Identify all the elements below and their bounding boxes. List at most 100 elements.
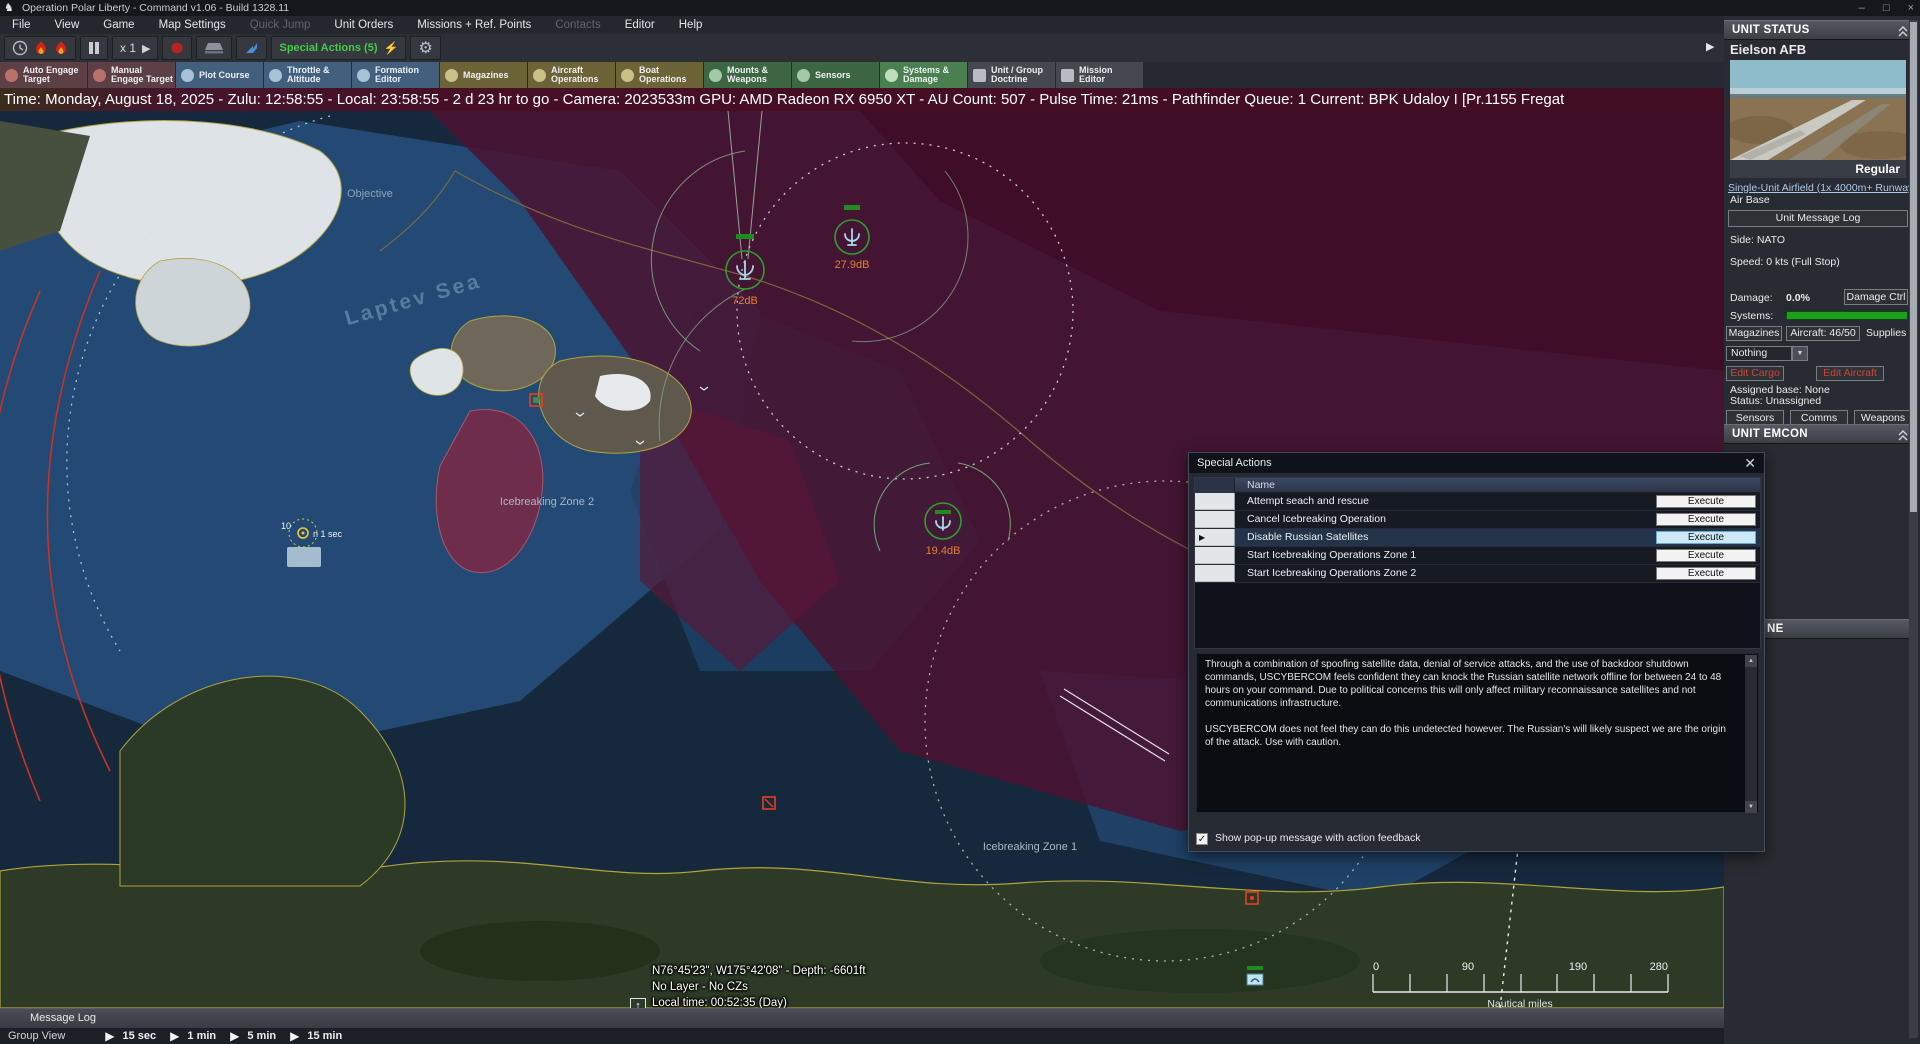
unit-group-doctrine-button[interactable]: Unit / GroupDoctrine bbox=[968, 62, 1055, 88]
row-selector-cell[interactable] bbox=[1195, 547, 1235, 564]
unit-status-header[interactable]: UNIT STATUS bbox=[1724, 20, 1916, 40]
table-row[interactable]: Cancel Icebreaking Operation Execute bbox=[1195, 511, 1760, 529]
manual-engage-target-button[interactable]: ManualEngage Target bbox=[88, 62, 175, 88]
menu-editor[interactable]: Editor bbox=[613, 19, 667, 31]
message-log-bar[interactable]: Message Log bbox=[0, 1008, 1724, 1028]
aircraft-icon bbox=[533, 69, 546, 82]
contact-note-label: n 1 sec bbox=[313, 529, 343, 539]
menu-view[interactable]: View bbox=[43, 19, 92, 31]
blue-arrow-icon[interactable] bbox=[244, 41, 259, 55]
table-row[interactable]: Start Icebreaking Operations Zone 1 Exec… bbox=[1195, 547, 1760, 565]
feedback-checkbox[interactable]: ✓ bbox=[1196, 833, 1208, 845]
menu-game[interactable]: Game bbox=[91, 19, 146, 31]
plot-course-icon bbox=[181, 69, 194, 82]
time-status-text: Time: Monday, August 18, 2025 - Zulu: 12… bbox=[0, 91, 1564, 108]
scale-tick-label: 90 bbox=[1462, 961, 1474, 973]
unit-message-log-button[interactable]: Unit Message Log bbox=[1728, 210, 1908, 227]
action-name: Disable Russian Satellites bbox=[1247, 531, 1368, 543]
table-row-selected[interactable]: ▶ Disable Russian Satellites Execute bbox=[1195, 529, 1760, 547]
row-selector-cell[interactable] bbox=[1195, 565, 1235, 582]
gear-icon[interactable]: ⚙ bbox=[418, 38, 432, 58]
special-actions-group: Special Actions (5) ⚡ bbox=[271, 36, 406, 60]
close-icon[interactable]: × bbox=[1908, 0, 1914, 16]
magazines-button[interactable]: Magazines bbox=[440, 62, 527, 88]
unit-name: Eielson AFB bbox=[1730, 42, 1806, 57]
friendly-unit-icon[interactable] bbox=[1247, 966, 1263, 985]
maximize-icon[interactable]: □ bbox=[1883, 0, 1890, 16]
row-selector-cell[interactable] bbox=[1195, 493, 1235, 510]
chevron-down-icon[interactable]: ▼ bbox=[1792, 346, 1808, 361]
side-label: Side: NATO bbox=[1730, 234, 1785, 246]
systems-damage-button[interactable]: Systems &Damage bbox=[880, 62, 967, 88]
group-view-label[interactable]: Group View bbox=[8, 1030, 65, 1042]
row-selector-cell[interactable]: ▶ bbox=[1195, 529, 1235, 546]
recorder-icon[interactable] bbox=[204, 41, 224, 55]
execute-button[interactable]: Execute bbox=[1656, 549, 1756, 562]
dialog-title: Special Actions bbox=[1197, 457, 1272, 469]
row-selector-cell[interactable] bbox=[1195, 511, 1235, 528]
description-paragraph: USCYBERCOM does not feel they can do thi… bbox=[1205, 723, 1736, 749]
table-row[interactable]: Start Icebreaking Operations Zone 2 Exec… bbox=[1195, 565, 1760, 583]
interval-15sec[interactable]: ▶15 sec bbox=[105, 1029, 156, 1043]
play-icon[interactable]: ▶ bbox=[142, 42, 150, 55]
mounts-weapons-button[interactable]: Mounts &Weapons bbox=[704, 62, 791, 88]
mission-editor-button[interactable]: MissionEditor bbox=[1056, 62, 1143, 88]
auto-engage-target-button[interactable]: Auto EngageTarget bbox=[0, 62, 87, 88]
name-column-header: Name bbox=[1247, 479, 1275, 491]
unit-status-label: Status: Unassigned bbox=[1730, 395, 1821, 407]
recorder-group bbox=[196, 36, 232, 60]
clock-icon[interactable] bbox=[12, 40, 28, 56]
close-icon[interactable]: ✕ bbox=[1744, 453, 1756, 473]
edit-cargo-button[interactable]: Edit Cargo bbox=[1726, 366, 1784, 381]
formation-editor-button[interactable]: FormationEditor bbox=[352, 62, 439, 88]
execute-button[interactable]: Execute bbox=[1656, 513, 1756, 526]
throttle-altitude-button[interactable]: Throttle &Altitude bbox=[264, 62, 351, 88]
dialog-title-bar[interactable]: Special Actions bbox=[1189, 453, 1764, 473]
aircraft-count-button[interactable]: Aircraft: 46/50 bbox=[1786, 326, 1860, 341]
menu-help[interactable]: Help bbox=[667, 19, 715, 31]
scroll-up-icon[interactable]: ▲ bbox=[1745, 655, 1757, 667]
message-log-label: Message Log bbox=[30, 1012, 96, 1024]
fire-icon[interactable] bbox=[54, 40, 68, 56]
plot-course-button[interactable]: Plot Course bbox=[176, 62, 263, 88]
minimize-icon[interactable]: – bbox=[1859, 0, 1865, 16]
menu-file[interactable]: File bbox=[0, 19, 43, 31]
play-icon: ▶ bbox=[105, 1029, 114, 1043]
boat-icon bbox=[621, 69, 634, 82]
menu-unit-orders[interactable]: Unit Orders bbox=[322, 19, 405, 31]
cargo-dropdown[interactable]: Nothing bbox=[1726, 346, 1792, 361]
pause-icon[interactable] bbox=[88, 41, 100, 55]
boat-operations-button[interactable]: BoatOperations bbox=[616, 62, 703, 88]
action-name: Cancel Icebreaking Operation bbox=[1247, 513, 1386, 525]
unit-type-link[interactable]: Single-Unit Airfield (1x 4000m+ Runway) bbox=[1728, 182, 1917, 194]
magazines-button[interactable]: Magazines bbox=[1726, 326, 1782, 341]
menu-map-settings[interactable]: Map Settings bbox=[147, 19, 238, 31]
description-scrollbar[interactable]: ▲ ▼ bbox=[1745, 655, 1757, 813]
sensors-button[interactable]: Sensors bbox=[792, 62, 879, 88]
damage-ctrl-button[interactable]: Damage Ctrl bbox=[1844, 289, 1908, 305]
layer-info: No Layer - No CZs bbox=[652, 979, 1005, 995]
unit-emcon-header[interactable]: UNIT EMCON bbox=[1724, 424, 1916, 444]
special-actions-button[interactable]: Special Actions (5) bbox=[279, 42, 377, 54]
record-icon[interactable] bbox=[170, 41, 184, 55]
edit-aircraft-button[interactable]: Edit Aircraft bbox=[1816, 366, 1884, 381]
interval-5min[interactable]: ▶5 min bbox=[230, 1029, 276, 1043]
scroll-down-icon[interactable]: ▼ bbox=[1745, 801, 1757, 813]
execute-button[interactable]: Execute bbox=[1656, 495, 1756, 508]
play-icon: ▶ bbox=[170, 1029, 179, 1043]
throttle-icon bbox=[269, 69, 282, 82]
execute-button[interactable]: Execute bbox=[1656, 531, 1756, 544]
menu-missions-ref-points[interactable]: Missions + Ref. Points bbox=[405, 19, 543, 31]
interval-1min[interactable]: ▶1 min bbox=[170, 1029, 216, 1043]
scrollbar-thumb[interactable] bbox=[1910, 22, 1917, 512]
sidebar-scrollbar[interactable] bbox=[1909, 20, 1918, 1038]
sidebar-collapse-arrow-icon[interactable]: ▶ bbox=[1706, 40, 1714, 53]
execute-button[interactable]: Execute bbox=[1656, 567, 1756, 580]
table-row[interactable]: Attempt seach and rescue Execute bbox=[1195, 493, 1760, 511]
objective-label: Objective bbox=[347, 188, 393, 200]
aircraft-operations-button[interactable]: AircraftOperations bbox=[528, 62, 615, 88]
formation-icon bbox=[357, 69, 370, 82]
fire-icon[interactable] bbox=[34, 40, 48, 56]
interval-15min[interactable]: ▶15 min bbox=[290, 1029, 342, 1043]
speed-group: x 1 ▶ bbox=[112, 36, 158, 60]
